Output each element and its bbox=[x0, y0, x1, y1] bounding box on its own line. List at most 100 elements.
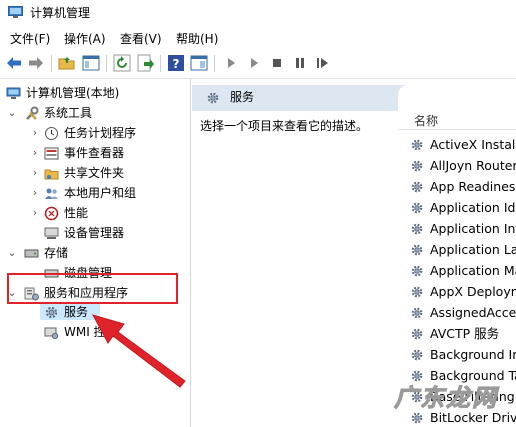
wmi-icon bbox=[44, 327, 59, 340]
service-name: Background Intelligent bbox=[430, 347, 516, 362]
service-name: Application Information bbox=[430, 221, 516, 236]
toolbar-separator bbox=[160, 55, 161, 72]
service-name: ActiveX Installer bbox=[430, 137, 516, 152]
service-name: Application Management bbox=[430, 263, 516, 278]
service-name: AllJoyn Router bbox=[430, 158, 516, 173]
gear-icon bbox=[207, 92, 219, 104]
performance-icon bbox=[44, 206, 59, 221]
tree-item-event-viewer[interactable]: › 事件查看器 bbox=[0, 143, 190, 163]
clock-icon bbox=[45, 127, 58, 140]
gear-icon bbox=[411, 160, 423, 172]
service-name: App Readiness bbox=[430, 179, 516, 194]
tree-label: 设备管理器 bbox=[64, 226, 125, 240]
toolbar-separator bbox=[51, 55, 52, 72]
toolbar: ? bbox=[0, 50, 516, 79]
tree-label: 计算机管理(本地) bbox=[26, 86, 120, 100]
properties-view-icon[interactable] bbox=[190, 54, 208, 72]
restart-service-icon[interactable] bbox=[314, 54, 332, 72]
tree-label: WMI 控件 bbox=[64, 325, 118, 339]
tree-item-device-manager[interactable]: 设备管理器 bbox=[0, 223, 190, 243]
menu-bar: 文件(F) 操作(A) 查看(V) 帮助(H) bbox=[0, 28, 516, 50]
tree-item-services[interactable]: 服务 bbox=[0, 302, 190, 322]
tree-label: 共享文件夹 bbox=[64, 166, 125, 180]
gear-icon bbox=[411, 307, 423, 319]
title-bar: 计算机管理 bbox=[0, 0, 516, 28]
window-title: 计算机管理 bbox=[30, 6, 91, 20]
chevron-down-icon[interactable]: ⌄ bbox=[7, 243, 17, 263]
tree-item-performance[interactable]: › 性能 bbox=[0, 203, 190, 223]
column-header-name[interactable]: 名称 bbox=[414, 114, 438, 128]
export-list-icon[interactable] bbox=[136, 54, 154, 72]
tree-label: 服务 bbox=[64, 305, 89, 319]
device-manager-icon bbox=[44, 227, 59, 239]
tree-label: 系统工具 bbox=[44, 106, 93, 120]
event-viewer-icon bbox=[44, 147, 59, 160]
header-tab-curve bbox=[398, 85, 516, 111]
gear-icon bbox=[411, 349, 423, 361]
gear-icon bbox=[411, 139, 423, 151]
tree-item-computer-management[interactable]: 计算机管理(本地) bbox=[0, 83, 190, 103]
svg-text:?: ? bbox=[173, 57, 180, 71]
gear-icon bbox=[411, 412, 423, 424]
computer-icon bbox=[6, 87, 21, 99]
tree-label: 存储 bbox=[44, 246, 69, 260]
tree-label: 性能 bbox=[64, 206, 89, 220]
refresh-icon[interactable] bbox=[113, 54, 131, 72]
gear-icon bbox=[411, 181, 423, 193]
pause-service-icon[interactable] bbox=[291, 54, 309, 72]
column-header-divider bbox=[398, 129, 516, 130]
chevron-right-icon[interactable]: › bbox=[30, 183, 40, 203]
storage-icon bbox=[24, 249, 39, 258]
watermark-text: 广东龙网 bbox=[394, 383, 498, 413]
chevron-down-icon[interactable]: ⌄ bbox=[7, 103, 17, 123]
forward-arrow-icon[interactable] bbox=[27, 54, 45, 72]
service-name: AVCTP 服务 bbox=[430, 326, 500, 341]
chevron-right-icon[interactable]: › bbox=[30, 163, 40, 183]
gear-icon bbox=[411, 244, 423, 256]
help-icon[interactable]: ? bbox=[167, 54, 185, 72]
up-folder-icon[interactable] bbox=[58, 54, 76, 72]
service-name: Application Identity bbox=[430, 200, 516, 215]
tree-label: 事件查看器 bbox=[64, 146, 125, 160]
chevron-right-icon[interactable]: › bbox=[30, 203, 40, 223]
tree-label: 任务计划程序 bbox=[64, 126, 137, 140]
tree-label: 本地用户和组 bbox=[64, 186, 137, 200]
services-title: 服务 bbox=[230, 90, 255, 104]
tools-icon bbox=[26, 106, 39, 120]
service-name: AppX Deployment bbox=[430, 284, 516, 299]
menu-view[interactable]: 查看(V) bbox=[120, 32, 162, 46]
menu-file[interactable]: 文件(F) bbox=[10, 32, 50, 46]
gear-icon bbox=[411, 328, 423, 340]
show-hide-tree-icon[interactable] bbox=[82, 54, 100, 72]
gear-icon bbox=[45, 306, 58, 319]
services-header: 服务 bbox=[192, 85, 516, 111]
menu-help[interactable]: 帮助(H) bbox=[176, 32, 218, 46]
stop-service-icon[interactable] bbox=[268, 54, 286, 72]
gear-icon bbox=[411, 286, 423, 298]
users-icon bbox=[45, 188, 58, 199]
service-description: 选择一个项目来查看它的描述。 bbox=[200, 119, 369, 133]
service-name: Application Layer bbox=[430, 242, 516, 257]
chevron-right-icon[interactable]: › bbox=[30, 143, 40, 163]
start-service-icon[interactable] bbox=[222, 54, 240, 72]
gear-icon bbox=[411, 223, 423, 235]
back-arrow-icon[interactable] bbox=[5, 54, 23, 72]
chevron-right-icon[interactable]: › bbox=[30, 123, 40, 143]
tree-item-shared-folders[interactable]: › 共享文件夹 bbox=[0, 163, 190, 183]
services-pane: 服务 选择一个项目来查看它的描述。 名称 ActiveX Installer Al… bbox=[192, 79, 516, 427]
service-name: AssignedAccess bbox=[430, 305, 516, 320]
gear-icon bbox=[411, 265, 423, 277]
shared-folder-icon bbox=[44, 169, 59, 180]
navigation-tree: 计算机管理(本地) ⌄ 系统工具 › 任务计划程序 › 事件查看器 › 共享文件… bbox=[0, 79, 191, 427]
highlight-box bbox=[7, 273, 178, 304]
tree-item-system-tools[interactable]: ⌄ 系统工具 bbox=[0, 103, 190, 123]
tree-item-local-users-groups[interactable]: › 本地用户和组 bbox=[0, 183, 190, 203]
gear-icon bbox=[411, 202, 423, 214]
tree-item-task-scheduler[interactable]: › 任务计划程序 bbox=[0, 123, 190, 143]
tree-item-storage[interactable]: ⌄ 存储 bbox=[0, 243, 190, 263]
toolbar-separator bbox=[106, 55, 107, 72]
tree-item-wmi-control[interactable]: WMI 控件 bbox=[0, 322, 190, 342]
computer-management-icon bbox=[8, 6, 23, 18]
menu-action[interactable]: 操作(A) bbox=[64, 32, 106, 46]
play-service-icon[interactable] bbox=[245, 54, 263, 72]
